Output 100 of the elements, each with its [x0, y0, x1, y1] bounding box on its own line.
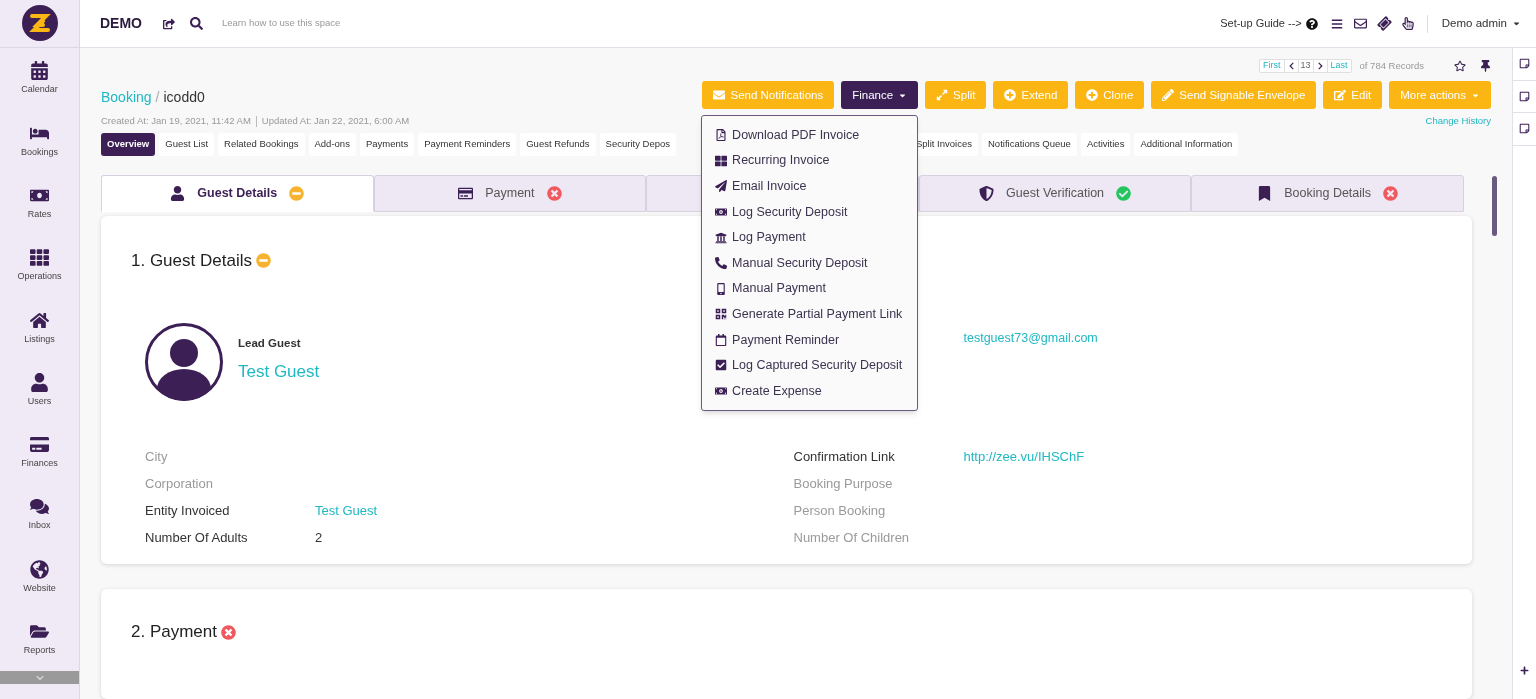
bank-icon — [715, 231, 728, 244]
note-icon[interactable] — [1519, 123, 1530, 135]
field-label: Confirmation Link — [793, 448, 896, 467]
calendar-icon — [715, 333, 728, 346]
search-icon[interactable] — [190, 17, 203, 30]
section-tab[interactable]: Booking Details — [1191, 174, 1464, 212]
add-icon[interactable] — [1520, 666, 1529, 675]
chevron-left-icon — [1287, 61, 1295, 70]
bookmark-icon — [1257, 185, 1273, 201]
calendar-icon — [30, 61, 49, 81]
banknote-icon — [715, 385, 728, 398]
menu-item[interactable]: Manual Payment — [702, 275, 918, 302]
ticket-icon[interactable] — [1375, 14, 1394, 33]
previous-button[interactable] — [1283, 59, 1299, 72]
section-tab[interactable]: Guest Verification — [918, 174, 1192, 212]
chat-icon — [30, 497, 49, 517]
tab[interactable]: Activities — [1080, 132, 1131, 156]
menu-icon[interactable] — [1330, 17, 1343, 30]
globe-icon — [30, 559, 49, 579]
menu-item[interactable]: Log Security Deposit — [702, 199, 918, 225]
field-value: 2 — [315, 529, 323, 548]
tab[interactable]: Additional Information — [1134, 132, 1239, 156]
menu-item[interactable]: Generate Partial Payment Link — [702, 301, 918, 328]
sidebar-item[interactable]: Finances — [0, 421, 79, 485]
edit-icon — [1334, 89, 1347, 102]
sidebar-item[interactable]: Website — [0, 546, 79, 609]
grid-icon — [30, 248, 49, 268]
mobile-icon — [715, 282, 728, 295]
tab[interactable]: Guest Refunds — [520, 132, 596, 156]
field-label: Number Of Children — [793, 529, 911, 548]
field-label: Booking Purpose — [793, 475, 894, 494]
setup-guide-link[interactable]: Set-up Guide --> — [1220, 15, 1302, 32]
avatar-icon — [145, 323, 223, 402]
grid-icon — [715, 154, 728, 167]
card-title: 1. Guest Details — [131, 249, 252, 272]
tab[interactable]: Overview — [101, 132, 156, 156]
menu-item[interactable]: Payment Reminder — [702, 327, 918, 353]
menu-item[interactable]: Log Captured Security Deposit — [702, 352, 918, 379]
logo-icon — [21, 5, 58, 42]
menu-item[interactable]: Manual Security Deposit — [702, 250, 918, 276]
pdf-file-icon — [715, 129, 728, 142]
credit-card-icon — [458, 185, 474, 201]
sidebar-item[interactable]: Rates — [0, 172, 79, 235]
help-icon[interactable] — [1305, 17, 1318, 30]
share-icon[interactable] — [163, 17, 175, 30]
expand-arrows-icon — [936, 89, 949, 102]
pin-icon[interactable] — [1480, 59, 1491, 72]
field-label: Entity Invoiced — [145, 502, 231, 521]
section-tab[interactable]: Guest Details — [101, 174, 374, 212]
tab[interactable]: Payments — [359, 132, 415, 156]
checkbox-icon — [715, 359, 728, 372]
card-title: 2. Payment — [131, 621, 217, 644]
user-menu[interactable]: Demo admin — [1441, 14, 1521, 33]
next-button[interactable] — [1312, 59, 1328, 72]
user-icon — [170, 185, 186, 201]
banknote-icon — [715, 205, 728, 218]
note-icon[interactable] — [1519, 90, 1530, 102]
breadcrumb-current: icodd0 — [163, 88, 205, 105]
field-label: Person Booking — [793, 502, 887, 521]
user-icon — [30, 372, 49, 392]
field-label: Corporation — [145, 475, 214, 494]
qr-code-icon — [715, 308, 728, 321]
section-tab[interactable]: Payment — [373, 174, 647, 212]
record-number: 13 — [1299, 58, 1312, 72]
star-icon[interactable] — [1454, 59, 1466, 72]
phone-icon — [715, 257, 728, 270]
field-value: http://zee.vu/IHSChF — [963, 448, 1085, 467]
tab[interactable]: Payment Reminders — [418, 132, 517, 156]
sidebar-item[interactable]: Listings — [0, 297, 79, 360]
scrollbar[interactable] — [1492, 175, 1497, 236]
tab[interactable]: Guest List — [159, 132, 215, 156]
menu-item[interactable]: Create Expense — [702, 378, 918, 404]
sidebar-item[interactable]: Operations — [0, 234, 79, 298]
created-date: Created At: Jan 19, 2021, 11:42 AM — [101, 114, 251, 128]
menu-item[interactable]: Log Payment — [702, 224, 918, 251]
paper-plane-icon — [715, 180, 728, 193]
envelope-icon[interactable] — [1353, 17, 1367, 30]
note-icon[interactable] — [1519, 58, 1530, 70]
tab[interactable]: Related Bookings — [218, 132, 305, 156]
sidebar-item[interactable]: Calendar — [0, 47, 79, 111]
record-count: of 784 Records — [1359, 58, 1424, 73]
menu-item[interactable]: Email Invoice — [702, 173, 918, 200]
tab[interactable]: Security Depos — [599, 132, 676, 156]
sidebar-item[interactable]: Reports — [0, 608, 79, 671]
tab[interactable]: Notifications Queue — [982, 132, 1077, 156]
action-button[interactable]: Finance — [841, 81, 919, 110]
chevron-down-icon — [35, 673, 44, 682]
chevron-right-icon — [1316, 61, 1324, 70]
field-label: City — [145, 448, 169, 467]
tab[interactable]: Add-ons — [308, 132, 356, 156]
caret-icon — [1512, 19, 1521, 28]
sidebar-item[interactable]: Users — [0, 359, 79, 422]
breadcrumb-separator: / — [155, 88, 160, 105]
sidebar-item[interactable]: Bookings — [0, 110, 79, 173]
pointer-hand-icon[interactable] — [1401, 17, 1414, 30]
house-icon — [30, 310, 49, 330]
sidebar-item[interactable]: Inbox — [0, 484, 79, 547]
pencil-icon — [1162, 89, 1175, 102]
updated-date: Updated At: Jan 22, 2021, 6:00 AM — [261, 114, 410, 128]
guest-role: Lead Guest — [238, 335, 302, 351]
